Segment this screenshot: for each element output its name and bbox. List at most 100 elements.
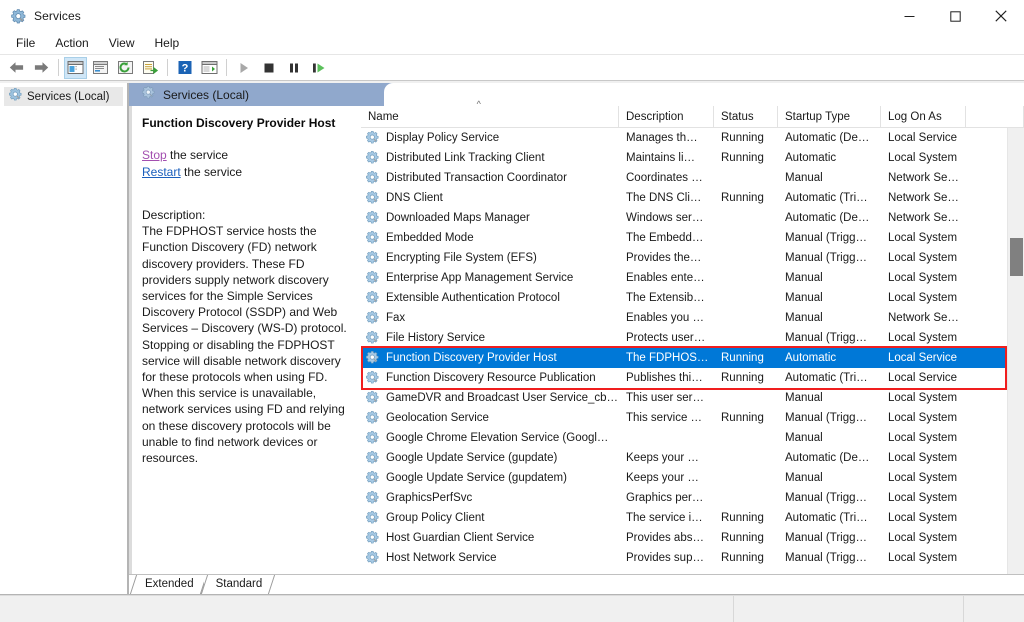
services-gear-icon [365,150,381,167]
table-row[interactable]: Host Network ServiceProvides sup…Running… [361,548,1024,568]
cell-service-name-label: Google Update Service (gupdate) [386,452,557,464]
toolbar-separator [226,59,227,76]
tree-node-services-local[interactable]: Services (Local) [4,87,123,106]
menu-file[interactable]: File [6,33,45,54]
show-hide-console-tree-icon[interactable] [64,57,87,79]
column-header-name[interactable]: ^ Name [361,106,619,128]
column-header-log-on-as[interactable]: Log On As [881,106,966,128]
start-service-icon[interactable] [232,57,255,79]
maximize-button[interactable] [932,0,978,32]
console-tree-pane: Services (Local) [0,83,128,595]
back-icon[interactable] [5,57,28,79]
column-header-description-label: Description [626,111,684,123]
table-row[interactable]: Google Update Service (gupdatem)Keeps yo… [361,468,1024,488]
menu-view[interactable]: View [99,33,145,54]
table-row[interactable]: GraphicsPerfSvcGraphics per…Manual (Trig… [361,488,1024,508]
table-row[interactable]: Enterprise App Management ServiceEnables… [361,268,1024,288]
table-row[interactable]: Geolocation ServiceThis service …Running… [361,408,1024,428]
services-gear-icon [365,250,381,267]
cell-service-name: Distributed Link Tracking Client [361,150,619,167]
cell-service-name: Embedded Mode [361,230,619,247]
cell-service-name: File History Service [361,330,619,347]
services-gear-icon [365,230,381,247]
cell-log-on-as: Local System [881,392,966,404]
cell-log-on-as: Local System [881,432,966,444]
minimize-button[interactable] [886,0,932,32]
table-row[interactable]: Display Policy ServiceManages th…Running… [361,128,1024,148]
toolbar-separator [167,59,168,76]
column-header-name-label: Name [368,111,399,123]
forward-icon[interactable] [30,57,53,79]
column-header-status[interactable]: Status [714,106,778,128]
cell-startup-type: Automatic (De… [778,212,881,224]
cell-startup-type: Automatic [778,152,881,164]
cell-service-name-label: Host Guardian Client Service [386,532,534,544]
stop-service-icon[interactable] [257,57,280,79]
stop-service-link-row: Stop the service [142,147,349,164]
vertical-scrollbar-thumb[interactable] [1010,238,1023,276]
cell-service-name-label: Fax [386,312,405,324]
table-row[interactable]: Google Update Service (gupdate)Keeps you… [361,448,1024,468]
table-row[interactable]: Embedded ModeThe Embedd…Manual (Trigg…Lo… [361,228,1024,248]
refresh-icon[interactable] [114,57,137,79]
cell-service-name-label: Distributed Transaction Coordinator [386,172,567,184]
cell-startup-type: Manual (Trigg… [778,252,881,264]
cell-log-on-as: Local System [881,532,966,544]
status-panel-secondary [734,596,964,622]
properties-icon[interactable] [89,57,112,79]
description-text: The FDPHOST service hosts the Function D… [142,223,349,466]
cell-description: This service … [619,412,714,424]
table-row[interactable]: Extensible Authentication ProtocolThe Ex… [361,288,1024,308]
services-gear-icon [365,370,381,387]
export-list-icon[interactable] [139,57,162,79]
table-row[interactable]: Distributed Transaction CoordinatorCoord… [361,168,1024,188]
services-gear-icon [10,8,26,24]
column-header-description[interactable]: Description [619,106,714,128]
table-row[interactable]: GameDVR and Broadcast User Service_cb…Th… [361,388,1024,408]
table-row[interactable]: Downloaded Maps ManagerWindows ser…Autom… [361,208,1024,228]
cell-service-name-label: Geolocation Service [386,412,489,424]
column-header-startup-type[interactable]: Startup Type [778,106,881,128]
table-row[interactable]: Function Discovery Resource PublicationP… [361,368,1024,388]
tab-standard[interactable]: Standard [204,575,273,594]
services-list-view: ^ Name Description Status Startup Type L… [361,106,1024,574]
table-row[interactable]: File History ServiceProtects user…Manual… [361,328,1024,348]
sort-ascending-icon: ^ [477,100,481,108]
table-row[interactable]: Google Chrome Elevation Service (Googl…M… [361,428,1024,448]
tab-extended[interactable]: Extended [133,575,204,594]
cell-log-on-as: Local System [881,472,966,484]
cell-startup-type: Automatic (Tri… [778,372,881,384]
table-row[interactable]: Distributed Link Tracking ClientMaintain… [361,148,1024,168]
stop-service-link[interactable]: Stop [142,148,167,162]
cell-service-name: Enterprise App Management Service [361,270,619,287]
pane-split: Function Discovery Provider Host Stop th… [129,106,1024,574]
close-button[interactable] [978,0,1024,32]
cell-service-name: Host Guardian Client Service [361,530,619,547]
cell-startup-type: Automatic (De… [778,132,881,144]
cell-description: Windows ser… [619,212,714,224]
service-detail-pane: Function Discovery Provider Host Stop th… [129,106,361,574]
cell-description: The Extensib… [619,292,714,304]
cell-log-on-as: Network Se… [881,192,966,204]
table-row[interactable]: FaxEnables you …ManualNetwork Se… [361,308,1024,328]
cell-startup-type: Manual [778,392,881,404]
table-row[interactable]: Host Guardian Client ServiceProvides abs… [361,528,1024,548]
help-icon[interactable]: ? [173,57,196,79]
vertical-scrollbar[interactable] [1007,128,1024,574]
table-row[interactable]: Group Policy ClientThe service i…Running… [361,508,1024,528]
cell-service-name: Function Discovery Resource Publication [361,370,619,387]
pause-service-icon[interactable] [282,57,305,79]
cell-description: Enables ente… [619,272,714,284]
menu-help[interactable]: Help [145,33,190,54]
table-row[interactable]: Encrypting File System (EFS)Provides the… [361,248,1024,268]
table-row[interactable]: DNS ClientThe DNS Cli…RunningAutomatic (… [361,188,1024,208]
show-hide-action-pane-icon[interactable] [198,57,221,79]
services-gear-icon [365,470,381,487]
menu-action[interactable]: Action [45,33,98,54]
services-gear-icon [365,290,381,307]
restart-service-link[interactable]: Restart [142,165,181,179]
restart-service-icon[interactable] [307,57,330,79]
table-row[interactable]: Function Discovery Provider HostThe FDPH… [361,348,1024,368]
cell-service-name-label: Display Policy Service [386,132,499,144]
window-title: Services [34,9,81,23]
